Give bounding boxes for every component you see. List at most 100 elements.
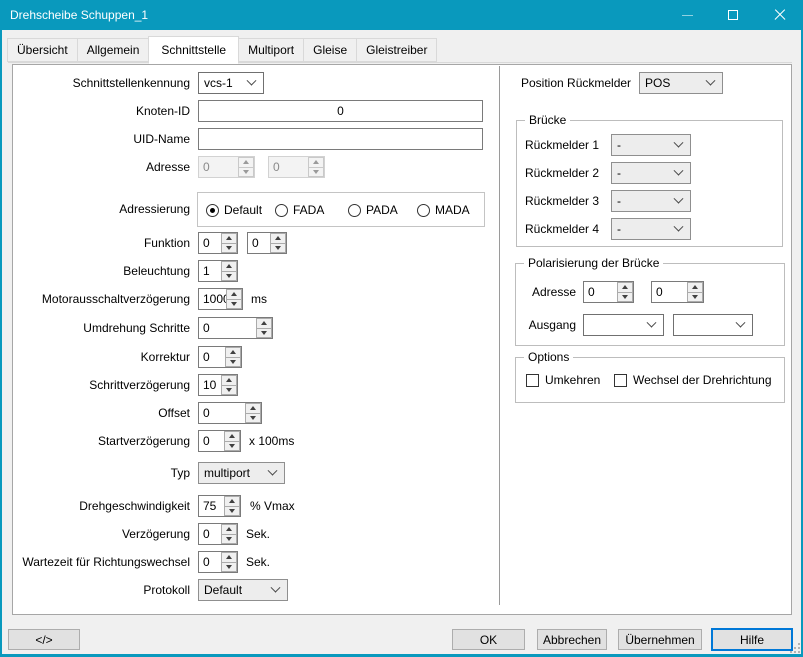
options-group-title: Options [524, 350, 573, 365]
chevron-down-icon [674, 137, 684, 147]
knoten-id-input[interactable] [198, 100, 483, 122]
apply-button[interactable]: Übernehmen [618, 629, 702, 650]
rueckmelder-2-select[interactable]: - [611, 162, 691, 184]
funktion-spinner-2[interactable]: 0 [247, 232, 287, 254]
ausgang-select-2[interactable] [673, 314, 753, 336]
spin-down-button[interactable] [225, 357, 241, 368]
radio-pada[interactable]: PADA [348, 203, 398, 217]
korrektur-spinner[interactable]: 0 [198, 346, 242, 368]
bruecke-group-title: Brücke [525, 113, 570, 128]
close-button[interactable] [756, 0, 803, 30]
uid-name-input[interactable] [198, 128, 483, 150]
schrittverzoegerung-spinner[interactable]: 10 [198, 374, 238, 396]
minimize-icon [682, 15, 693, 16]
x100ms-unit-label: x 100ms [249, 430, 294, 452]
umkehren-checkbox[interactable]: Umkehren [526, 373, 600, 387]
radio-default[interactable]: Default [206, 203, 262, 217]
vmax-unit-label: % Vmax [250, 495, 295, 517]
ok-button[interactable]: OK [452, 629, 525, 650]
minimize-button[interactable] [664, 0, 710, 30]
adresse-spinner-2: 0 [268, 156, 325, 178]
window-title: Drehscheibe Schuppen_1 [10, 8, 148, 22]
typ-label: Typ [13, 462, 190, 484]
typ-select[interactable]: multiport [198, 462, 285, 484]
resize-grip[interactable] [789, 642, 800, 653]
adresse-label: Adresse [13, 156, 190, 178]
tab-uebersicht[interactable]: Übersicht [7, 38, 78, 62]
umdrehung-schritte-spinner[interactable]: 0 [198, 317, 273, 339]
motorausschaltverzoegerung-spinner[interactable]: 1000 [198, 288, 243, 310]
spin-down-button[interactable] [221, 385, 237, 396]
polarisierung-adresse-label: Adresse [516, 281, 576, 303]
drehgeschwindigkeit-label: Drehgeschwindigkeit [13, 495, 190, 517]
protokoll-label: Protokoll [13, 579, 190, 601]
rueckmelder-1-label: Rückmelder 1 [525, 134, 599, 156]
tab-gleistreiber[interactable]: Gleistreiber [356, 38, 437, 62]
beleuchtung-spinner[interactable]: 1 [198, 260, 238, 282]
cancel-button[interactable]: Abbrechen [537, 629, 607, 650]
radio-icon [275, 204, 288, 217]
window-border-left [0, 30, 2, 657]
drehgeschwindigkeit-spinner[interactable]: 75 [198, 495, 241, 517]
maximize-icon [728, 10, 738, 20]
adresse-spinner-1: 0 [198, 156, 255, 178]
ausgang-select-1[interactable] [583, 314, 664, 336]
spin-down-button[interactable] [221, 243, 237, 254]
rueckmelder-3-label: Rückmelder 3 [525, 190, 599, 212]
spin-down-button[interactable] [270, 243, 286, 254]
funktion-spinner-1[interactable]: 0 [198, 232, 238, 254]
startverzoegerung-spinner[interactable]: 0 [198, 430, 241, 452]
rueckmelder-3-select[interactable]: - [611, 190, 691, 212]
polarisierung-adresse-spinner-2[interactable]: 0 [651, 281, 704, 303]
polarisierung-adresse-spinner-1[interactable]: 0 [583, 281, 634, 303]
spin-down-button[interactable] [245, 413, 261, 424]
offset-label: Offset [13, 402, 190, 424]
radio-mada[interactable]: MADA [417, 203, 470, 217]
spin-down-button[interactable] [221, 271, 237, 282]
tab-allgemein[interactable]: Allgemein [77, 38, 150, 62]
spin-down-button[interactable] [687, 292, 703, 303]
rueckmelder-4-select[interactable]: - [611, 218, 691, 240]
spin-down-button[interactable] [221, 534, 237, 545]
knoten-id-label: Knoten-ID [13, 100, 190, 122]
chevron-down-icon [271, 582, 281, 592]
offset-spinner[interactable]: 0 [198, 402, 262, 424]
tab-gleise[interactable]: Gleise [303, 38, 357, 62]
motorausschaltverzoegerung-label: Motorausschaltverzögerung [13, 288, 190, 310]
rueckmelder-1-select[interactable]: - [611, 134, 691, 156]
ms-unit-label: ms [251, 288, 267, 310]
options-group: Options Umkehren Wechsel der Drehrichtun… [515, 357, 785, 403]
checkbox-icon [526, 374, 539, 387]
chevron-down-icon [674, 221, 684, 231]
rueckmelder-2-label: Rückmelder 2 [525, 162, 599, 184]
adressierung-radio-group: Default FADA PADA MADA [197, 192, 485, 227]
tab-schnittstelle[interactable]: Schnittstelle [148, 36, 239, 64]
spin-down-button[interactable] [224, 506, 240, 517]
schnittstellenkennung-label: Schnittstellenkennung [13, 72, 190, 94]
startverzoegerung-label: Startverzögerung [13, 430, 190, 452]
spin-down-button[interactable] [221, 562, 237, 573]
code-view-button[interactable]: </> [8, 629, 80, 650]
tab-multiport[interactable]: Multiport [238, 38, 304, 62]
verzoegerung-label: Verzögerung [13, 523, 190, 545]
wartezeit-spinner[interactable]: 0 [198, 551, 238, 573]
protokoll-select[interactable]: Default [198, 579, 288, 601]
spin-down-button [308, 167, 324, 178]
spin-down-button[interactable] [226, 299, 242, 310]
tab-strip: Übersicht Allgemein Schnittstelle Multip… [8, 38, 437, 64]
chevron-down-icon [736, 317, 746, 327]
chevron-down-icon [706, 75, 716, 85]
wechsel-der-drehrichtung-checkbox[interactable]: Wechsel der Drehrichtung [614, 373, 772, 387]
radio-fada[interactable]: FADA [275, 203, 324, 217]
funktion-label: Funktion [13, 232, 190, 254]
radio-icon [417, 204, 430, 217]
spin-down-button[interactable] [256, 328, 272, 339]
verzoegerung-spinner[interactable]: 0 [198, 523, 238, 545]
spin-down-button[interactable] [617, 292, 633, 303]
position-rueckmelder-select[interactable]: POS [639, 72, 723, 94]
help-button[interactable]: Hilfe [711, 628, 793, 651]
maximize-button[interactable] [710, 0, 756, 30]
umdrehung-schritte-label: Umdrehung Schritte [13, 317, 190, 339]
schnittstellenkennung-select[interactable]: vcs-1 [198, 72, 264, 94]
spin-down-button[interactable] [224, 441, 240, 452]
